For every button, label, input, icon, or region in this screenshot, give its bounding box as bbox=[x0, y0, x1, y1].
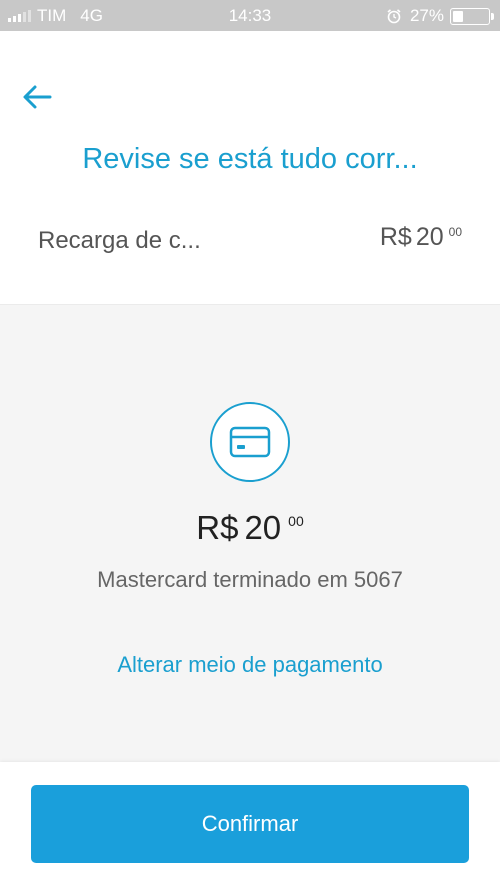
payment-currency: R$ bbox=[196, 509, 239, 546]
confirm-button[interactable]: Confirmar bbox=[31, 785, 469, 863]
item-label: Recarga de c... bbox=[38, 227, 201, 254]
status-bar: TIM 4G 14:33 27% bbox=[0, 0, 500, 31]
payment-amount: R$ 20 00 bbox=[0, 509, 500, 547]
card-description: Mastercard terminado em 5067 bbox=[97, 567, 403, 592]
payment-amount-cents: 00 bbox=[288, 513, 304, 529]
card-badge bbox=[210, 402, 290, 482]
status-right: 27% bbox=[386, 6, 494, 26]
change-payment-link[interactable]: Alterar meio de pagamento bbox=[0, 652, 500, 678]
back-button[interactable] bbox=[20, 81, 56, 113]
review-header: Revise se está tudo corr... Recarga de c… bbox=[0, 31, 500, 304]
page-title: Revise se está tudo corr... bbox=[82, 143, 418, 175]
payment-amount-value: 20 bbox=[244, 509, 282, 546]
battery-icon bbox=[450, 7, 494, 25]
footer: Confirmar bbox=[0, 762, 500, 887]
battery-percent: 27% bbox=[409, 6, 444, 25]
credit-card-icon bbox=[229, 426, 271, 458]
item-amount: R$ 20 00 bbox=[380, 223, 462, 252]
arrow-left-icon bbox=[23, 85, 52, 109]
item-amount-value: 20 bbox=[415, 223, 444, 251]
payment-section: R$ 20 00 Mastercard terminado em 5067 Al… bbox=[0, 304, 500, 762]
item-currency: R$ bbox=[379, 223, 412, 251]
item-amount-cents: 00 bbox=[448, 225, 462, 239]
alarm-icon bbox=[387, 9, 401, 24]
